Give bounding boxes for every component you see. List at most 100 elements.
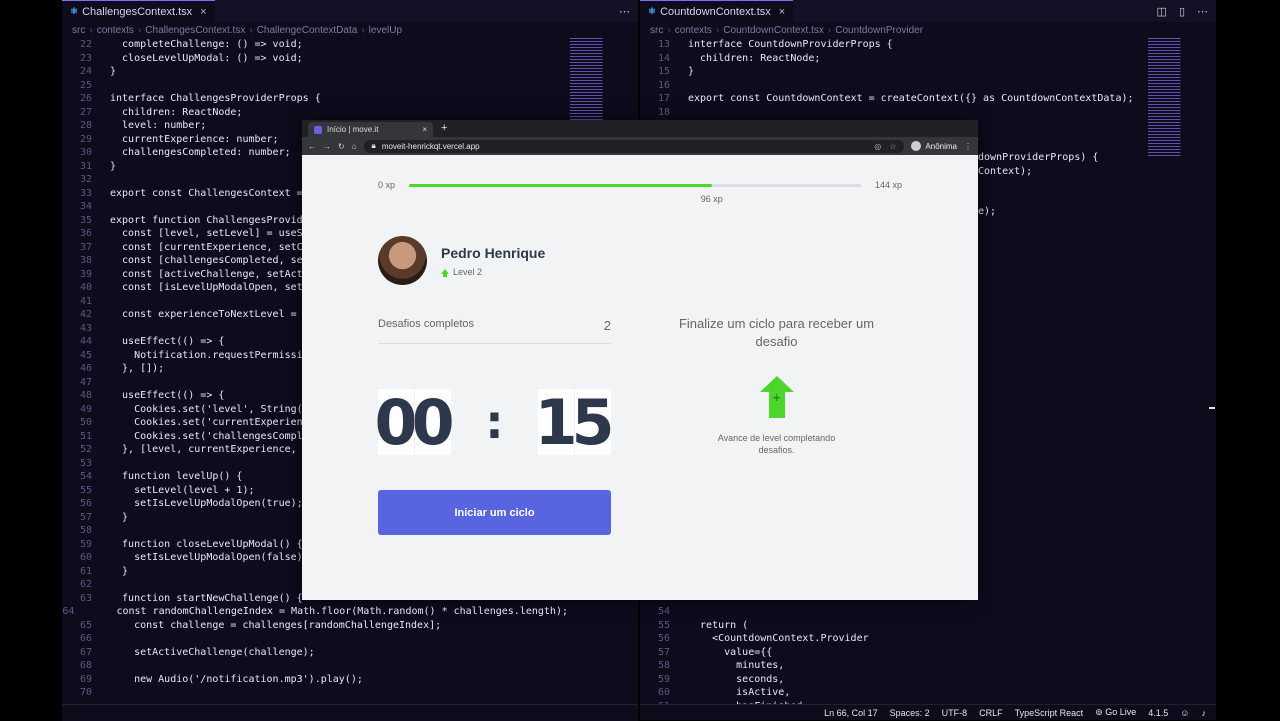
code-text: e); (978, 206, 997, 217)
more-icon[interactable]: ⋯ (1197, 5, 1208, 18)
feedback-icon[interactable]: ☺ (1180, 708, 1189, 718)
lock-icon[interactable]: 🔒︎ (372, 141, 376, 151)
code-line[interactable]: 65 const challenge = challenges[randomCh… (62, 619, 568, 633)
code-line[interactable] (978, 192, 1216, 206)
code-line[interactable]: 70 (62, 686, 568, 700)
breadcrumb-item[interactable]: src (72, 25, 85, 36)
code-line[interactable]: 17 export const CountdownContext = create… (640, 92, 1146, 106)
reload-icon[interactable]: ↻ (338, 142, 345, 151)
code-text: <CountdownContext.Provider (688, 633, 869, 644)
line-number: 18 (657, 106, 670, 118)
code-line[interactable]: 18 (640, 106, 1146, 120)
broadcast-icon: ⊚ (1095, 707, 1106, 717)
breadcrumb-item[interactable]: src (650, 25, 663, 36)
line-number: 36 (79, 228, 92, 239)
breadcrumb-item[interactable]: CountdownContext.tsx (723, 25, 824, 36)
bell-icon[interactable]: ♪ (1202, 708, 1207, 718)
code-line[interactable]: 68 (62, 659, 568, 673)
language-mode[interactable]: TypeScript React (1015, 708, 1084, 718)
breadcrumb-item[interactable]: contexts (97, 25, 134, 36)
level-up-icon (441, 269, 449, 277)
menu-icon[interactable]: ⋮ (964, 142, 972, 151)
code-line[interactable]: 67 setActiveChallenge(challenge); (62, 646, 568, 660)
line-number: 56 (79, 498, 92, 509)
new-tab-icon[interactable]: + (441, 122, 447, 134)
minimap[interactable] (1148, 38, 1202, 158)
address-bar[interactable]: 🔒︎ moveit-henrickqt.vercel.app ◎ ☆ (363, 139, 905, 153)
code-line[interactable] (978, 178, 1216, 192)
line-number: 33 (79, 187, 92, 199)
breadcrumb-item[interactable]: contexts (675, 25, 712, 36)
code-line[interactable]: 69 new Audio('/notification.mp3').play()… (62, 673, 568, 687)
code-line[interactable]: 23 closeLevelUpModal: () => void; (62, 52, 568, 66)
star-icon[interactable]: ☆ (889, 142, 896, 151)
code-line[interactable]: 59 seconds, (640, 673, 1146, 687)
code-line[interactable]: 55 return ( (640, 619, 1146, 633)
breadcrumb-item[interactable]: ChallengeContextData (257, 25, 358, 36)
code-text: completeChallenge: () => void; (110, 39, 303, 50)
start-cycle-button[interactable]: Iniciar um ciclo (378, 490, 611, 535)
breadcrumb-item[interactable]: CountdownProvider (835, 25, 923, 36)
incognito-icon[interactable]: ◎ (874, 142, 881, 151)
back-icon[interactable]: ← (308, 142, 316, 151)
line-number: 14 (657, 52, 670, 64)
ts-version[interactable]: 4.1.5 (1148, 708, 1168, 718)
code-line[interactable]: 64 const randomChallengeIndex = Math.flo… (62, 605, 568, 619)
code-line[interactable]: 24} (62, 65, 568, 79)
home-icon[interactable]: ⌂ (352, 142, 357, 151)
line-number: 59 (79, 538, 92, 550)
code-line[interactable]: 60 isActive, (640, 686, 1146, 700)
line-ending[interactable]: CRLF (979, 708, 1003, 718)
code-text: seconds, (688, 673, 785, 685)
go-live-button[interactable]: ⊚ Go Live (1095, 707, 1136, 718)
code-area[interactable]: 13 interface CountdownProviderProps {14 c… (640, 38, 1146, 119)
code-text: } (110, 160, 117, 172)
code-line[interactable]: 54 (640, 605, 1146, 619)
code-line[interactable]: 16 (640, 79, 1146, 93)
split-editor-icon[interactable]: ◫ (1157, 5, 1167, 18)
line-number: 40 (79, 282, 92, 293)
code-line[interactable]: 14 children: ReactNode; (640, 52, 1146, 66)
line-number: 39 (79, 268, 92, 280)
code-line[interactable]: 26 interface ChallengesProviderProps { (62, 92, 568, 106)
layout-icon[interactable]: ▯ (1179, 5, 1185, 18)
profile: Pedro Henrique Level 2 (378, 236, 545, 285)
encoding[interactable]: UTF-8 (942, 708, 968, 718)
more-icon[interactable]: ⋯ (619, 5, 630, 18)
timer-digit: 5 (571, 385, 615, 459)
line-number: 47 (79, 376, 92, 388)
code-line[interactable]: 66 (62, 632, 568, 646)
breadcrumb-item[interactable]: ChallengesContext.tsx (145, 25, 245, 36)
code-line[interactable]: 27 children: ReactNode; (62, 106, 568, 120)
code-line[interactable]: 22 completeChallenge: () => void; (62, 38, 568, 52)
cursor-position[interactable]: Ln 66, Col 17 (824, 708, 878, 718)
line-number: 63 (79, 592, 92, 604)
close-icon[interactable]: × (779, 6, 785, 18)
code-line[interactable]: 15} (640, 65, 1146, 79)
close-icon[interactable]: × (422, 125, 427, 134)
line-number: 46 (79, 363, 92, 374)
code-line[interactable]: 56 <CountdownContext.Provider (640, 632, 1146, 646)
line-number: 23 (79, 52, 92, 64)
tab-countdown-context[interactable]: ⚛ CountdownContext.tsx × (640, 0, 794, 23)
code-line[interactable]: 25 (62, 79, 568, 93)
code-area-bottom[interactable]: 54 55 return (56 <CountdownContext.Provid… (640, 605, 1146, 704)
tab-challenges-context[interactable]: ⚛ ChallengesContext.tsx × (62, 0, 215, 23)
code-line[interactable]: 57 value={{ (640, 646, 1146, 660)
code-line[interactable]: Context); (978, 165, 1216, 179)
code-line[interactable]: e); (978, 205, 1216, 219)
breadcrumb-item[interactable]: levelUp (369, 25, 402, 36)
code-text: const randomChallengeIndex = Math.floor(… (92, 606, 568, 617)
forward-icon[interactable]: → (323, 142, 331, 151)
code-text: setLevel(level + 1); (110, 484, 255, 496)
line-number: 27 (79, 106, 92, 118)
profile-button[interactable]: Anônima (911, 141, 957, 151)
close-icon[interactable]: × (200, 6, 206, 18)
browser-tab[interactable]: Início | move.it × (308, 122, 433, 137)
scrollbar-thumb[interactable] (1209, 407, 1215, 415)
code-line[interactable]: 13 interface CountdownProviderProps { (640, 38, 1146, 52)
indentation[interactable]: Spaces: 2 (890, 708, 930, 718)
code-area-visible-right[interactable]: downProviderProps) {Context); e); (978, 151, 1216, 219)
code-line[interactable]: 58 minutes, (640, 659, 1146, 673)
code-text: Notification.requestPermission( (110, 349, 321, 361)
